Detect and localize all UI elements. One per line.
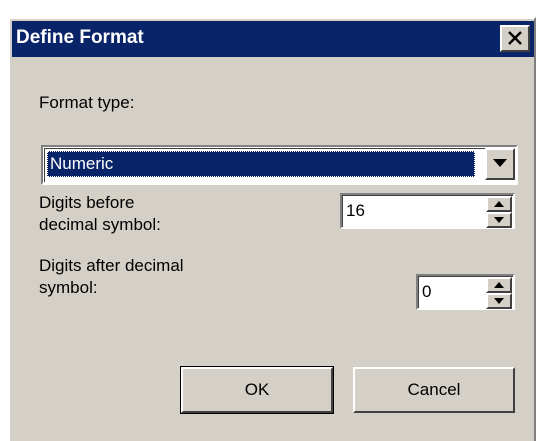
digits-before-spin-buttons: [486, 196, 512, 228]
digits-after-decrement-button[interactable]: [486, 293, 512, 309]
digits-before-label-line2: decimal symbol:: [39, 215, 161, 234]
digits-before-label-line1: Digits before: [39, 193, 135, 212]
digits-after-value[interactable]: 0: [422, 279, 431, 305]
ok-button[interactable]: OK: [180, 366, 334, 414]
digits-before-decrement-button[interactable]: [486, 212, 512, 228]
digits-before-stepper[interactable]: 16: [340, 193, 515, 229]
digits-after-spin-buttons: [486, 277, 512, 309]
title-bar[interactable]: Define Format: [12, 21, 534, 57]
arrow-down-icon: [494, 217, 504, 223]
digits-after-increment-button[interactable]: [486, 277, 512, 293]
dialog-title: Define Format: [16, 27, 144, 48]
digits-before-increment-button[interactable]: [486, 196, 512, 212]
digits-after-label-line1: Digits after decimal: [39, 256, 184, 275]
cancel-button[interactable]: Cancel: [353, 367, 515, 413]
format-type-dropdown-button[interactable]: [485, 148, 515, 180]
arrow-down-icon: [494, 298, 504, 304]
close-button[interactable]: [500, 25, 530, 52]
define-format-dialog: Define Format Format type: Numeric Digit…: [8, 17, 536, 441]
digits-before-value[interactable]: 16: [346, 198, 365, 224]
chevron-down-icon: [493, 159, 507, 167]
digits-after-stepper[interactable]: 0: [416, 274, 515, 310]
digits-after-label-line2: symbol:: [39, 278, 98, 297]
arrow-up-icon: [494, 201, 504, 207]
format-type-dropdown[interactable]: Numeric: [41, 145, 518, 185]
close-icon: [508, 31, 522, 45]
format-type-selected-value[interactable]: Numeric: [47, 151, 475, 177]
arrow-up-icon: [494, 282, 504, 288]
page: Define Format Format type: Numeric Digit…: [0, 0, 539, 441]
format-type-label: Format type:: [39, 93, 135, 112]
